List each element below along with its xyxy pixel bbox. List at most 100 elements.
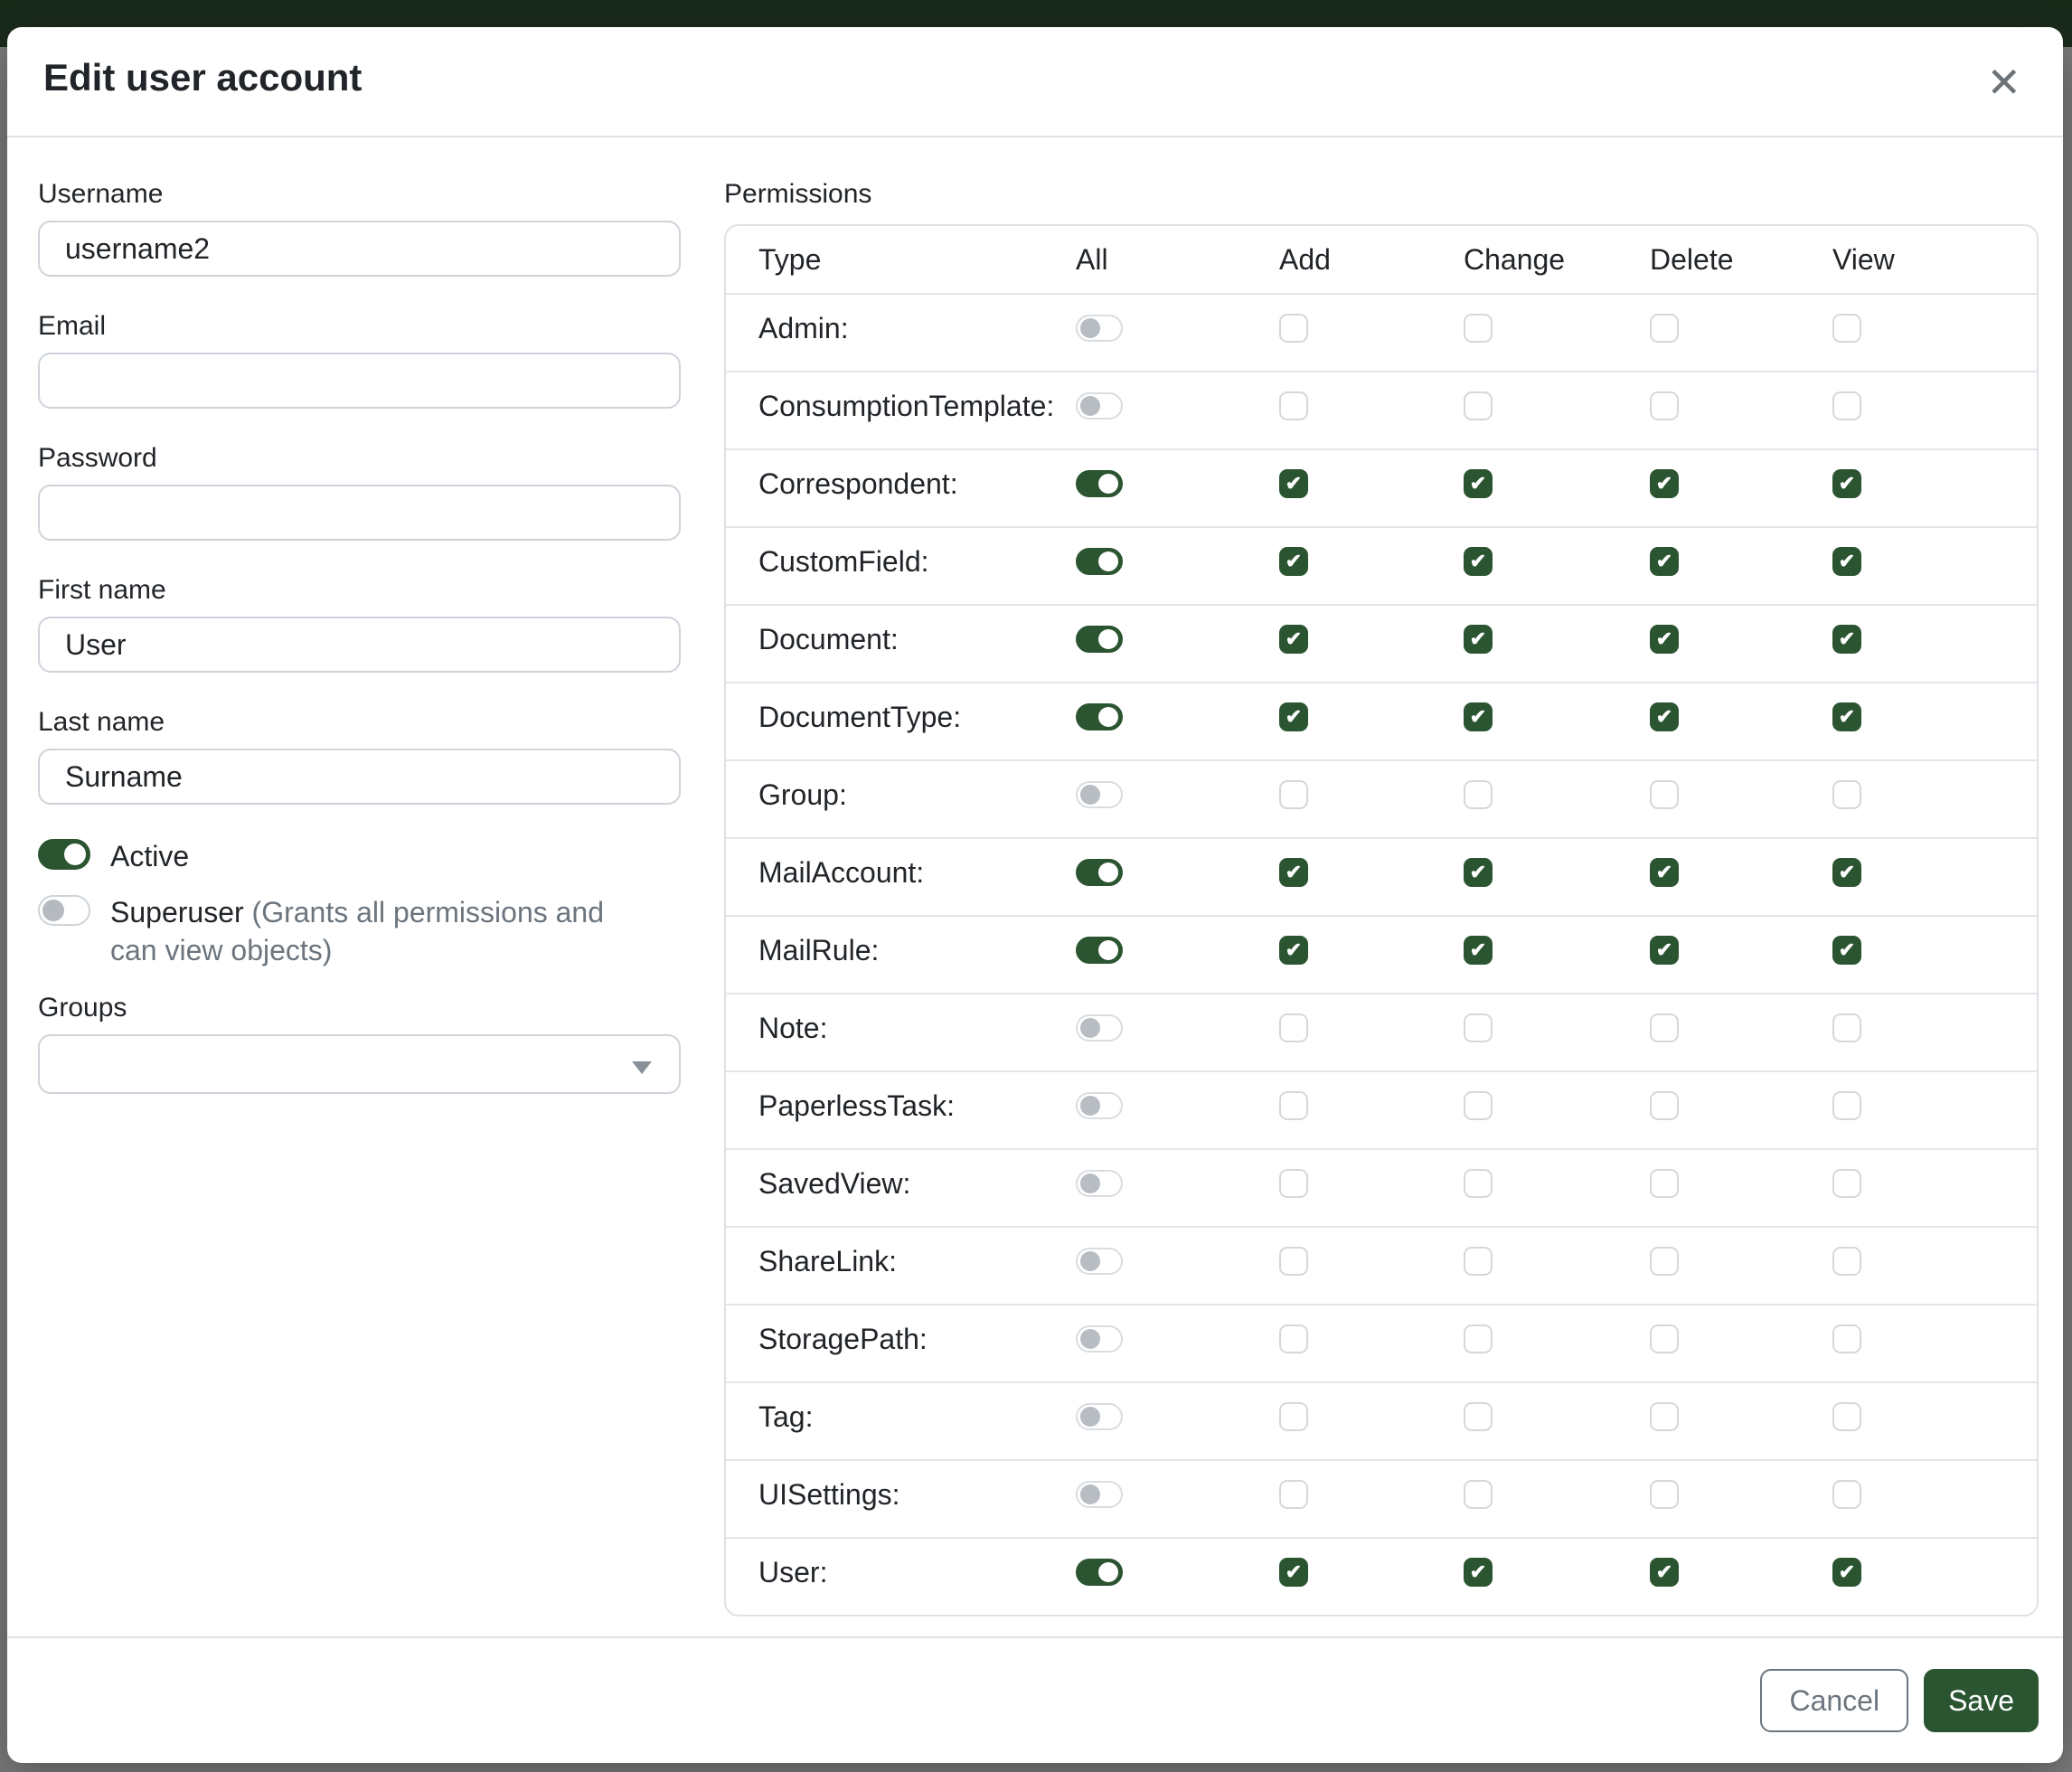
checkbox-view[interactable] (1832, 314, 1861, 343)
permission-type-label: Tag: (726, 1400, 1076, 1434)
checkbox-view[interactable] (1832, 1324, 1861, 1353)
toggle-all[interactable] (1076, 1325, 1123, 1353)
checkbox-add[interactable] (1279, 391, 1308, 420)
toggle-all[interactable] (1076, 1170, 1123, 1197)
toggle-all[interactable] (1076, 703, 1123, 730)
toggle-all[interactable] (1076, 626, 1123, 653)
checkbox-change[interactable] (1464, 625, 1493, 654)
checkbox-delete[interactable] (1650, 547, 1679, 576)
checkbox-change[interactable] (1464, 1480, 1493, 1509)
save-button[interactable]: Save (1924, 1669, 2039, 1732)
user-form: Username Email Password First name Last … (38, 177, 681, 1636)
toggle-all[interactable] (1076, 1559, 1123, 1586)
username-input[interactable] (38, 221, 681, 277)
checkbox-delete[interactable] (1650, 702, 1679, 731)
checkbox-view[interactable] (1832, 1402, 1861, 1431)
checkbox-add[interactable] (1279, 1324, 1308, 1353)
checkbox-change[interactable] (1464, 1247, 1493, 1276)
checkbox-add[interactable] (1279, 936, 1308, 965)
checkbox-view[interactable] (1832, 1480, 1861, 1509)
checkbox-delete[interactable] (1650, 780, 1679, 809)
first-name-input[interactable] (38, 617, 681, 673)
toggle-all[interactable] (1076, 392, 1123, 419)
email-input[interactable] (38, 353, 681, 409)
checkbox-view[interactable] (1832, 391, 1861, 420)
permission-type-label: Note: (726, 1012, 1076, 1045)
checkbox-delete[interactable] (1650, 1013, 1679, 1042)
toggle-all[interactable] (1076, 859, 1123, 886)
checkbox-delete[interactable] (1650, 1169, 1679, 1198)
checkbox-view[interactable] (1832, 858, 1861, 887)
last-name-input[interactable] (38, 749, 681, 805)
checkbox-view[interactable] (1832, 780, 1861, 809)
checkbox-change[interactable] (1464, 1558, 1493, 1587)
toggle-all[interactable] (1076, 1248, 1123, 1275)
checkbox-delete[interactable] (1650, 314, 1679, 343)
checkbox-change[interactable] (1464, 936, 1493, 965)
close-button[interactable]: ✕ (1977, 54, 2030, 110)
checkbox-delete[interactable] (1650, 1480, 1679, 1509)
checkbox-change[interactable] (1464, 702, 1493, 731)
checkbox-change[interactable] (1464, 858, 1493, 887)
checkbox-add[interactable] (1279, 780, 1308, 809)
checkbox-view[interactable] (1832, 547, 1861, 576)
checkbox-add[interactable] (1279, 469, 1308, 498)
checkbox-add[interactable] (1279, 1169, 1308, 1198)
superuser-toggle[interactable] (38, 895, 90, 926)
toggle-all[interactable] (1076, 548, 1123, 575)
active-toggle[interactable] (38, 839, 90, 870)
checkbox-view[interactable] (1832, 1091, 1861, 1120)
checkbox-add[interactable] (1279, 1091, 1308, 1120)
checkbox-view[interactable] (1832, 1558, 1861, 1587)
checkbox-delete[interactable] (1650, 1247, 1679, 1276)
checkbox-delete[interactable] (1650, 391, 1679, 420)
checkbox-view[interactable] (1832, 1169, 1861, 1198)
checkbox-delete[interactable] (1650, 1402, 1679, 1431)
checkbox-view[interactable] (1832, 469, 1861, 498)
toggle-all[interactable] (1076, 1481, 1123, 1508)
checkbox-change[interactable] (1464, 1091, 1493, 1120)
checkbox-delete[interactable] (1650, 936, 1679, 965)
checkbox-add[interactable] (1279, 702, 1308, 731)
checkbox-view[interactable] (1832, 1247, 1861, 1276)
toggle-all[interactable] (1076, 781, 1123, 808)
checkbox-add[interactable] (1279, 625, 1308, 654)
checkbox-change[interactable] (1464, 780, 1493, 809)
checkbox-view[interactable] (1832, 936, 1861, 965)
column-header-all: All (1076, 243, 1279, 277)
toggle-all[interactable] (1076, 470, 1123, 497)
groups-select[interactable] (38, 1034, 681, 1094)
checkbox-change[interactable] (1464, 314, 1493, 343)
checkbox-delete[interactable] (1650, 1091, 1679, 1120)
checkbox-view[interactable] (1832, 625, 1861, 654)
checkbox-delete[interactable] (1650, 858, 1679, 887)
checkbox-add[interactable] (1279, 1558, 1308, 1587)
checkbox-change[interactable] (1464, 469, 1493, 498)
checkbox-change[interactable] (1464, 1169, 1493, 1198)
password-input[interactable] (38, 485, 681, 541)
checkbox-delete[interactable] (1650, 1558, 1679, 1587)
toggle-all[interactable] (1076, 1014, 1123, 1042)
toggle-all[interactable] (1076, 1092, 1123, 1119)
checkbox-change[interactable] (1464, 1402, 1493, 1431)
toggle-all[interactable] (1076, 1403, 1123, 1430)
checkbox-change[interactable] (1464, 547, 1493, 576)
checkbox-add[interactable] (1279, 1480, 1308, 1509)
checkbox-add[interactable] (1279, 547, 1308, 576)
toggle-all[interactable] (1076, 315, 1123, 342)
toggle-all[interactable] (1076, 937, 1123, 964)
checkbox-add[interactable] (1279, 1247, 1308, 1276)
checkbox-view[interactable] (1832, 1013, 1861, 1042)
checkbox-change[interactable] (1464, 1324, 1493, 1353)
checkbox-add[interactable] (1279, 1013, 1308, 1042)
checkbox-add[interactable] (1279, 1402, 1308, 1431)
checkbox-change[interactable] (1464, 391, 1493, 420)
checkbox-change[interactable] (1464, 1013, 1493, 1042)
checkbox-delete[interactable] (1650, 1324, 1679, 1353)
checkbox-add[interactable] (1279, 314, 1308, 343)
checkbox-view[interactable] (1832, 702, 1861, 731)
checkbox-delete[interactable] (1650, 625, 1679, 654)
checkbox-delete[interactable] (1650, 469, 1679, 498)
cancel-button[interactable]: Cancel (1760, 1669, 1908, 1732)
checkbox-add[interactable] (1279, 858, 1308, 887)
